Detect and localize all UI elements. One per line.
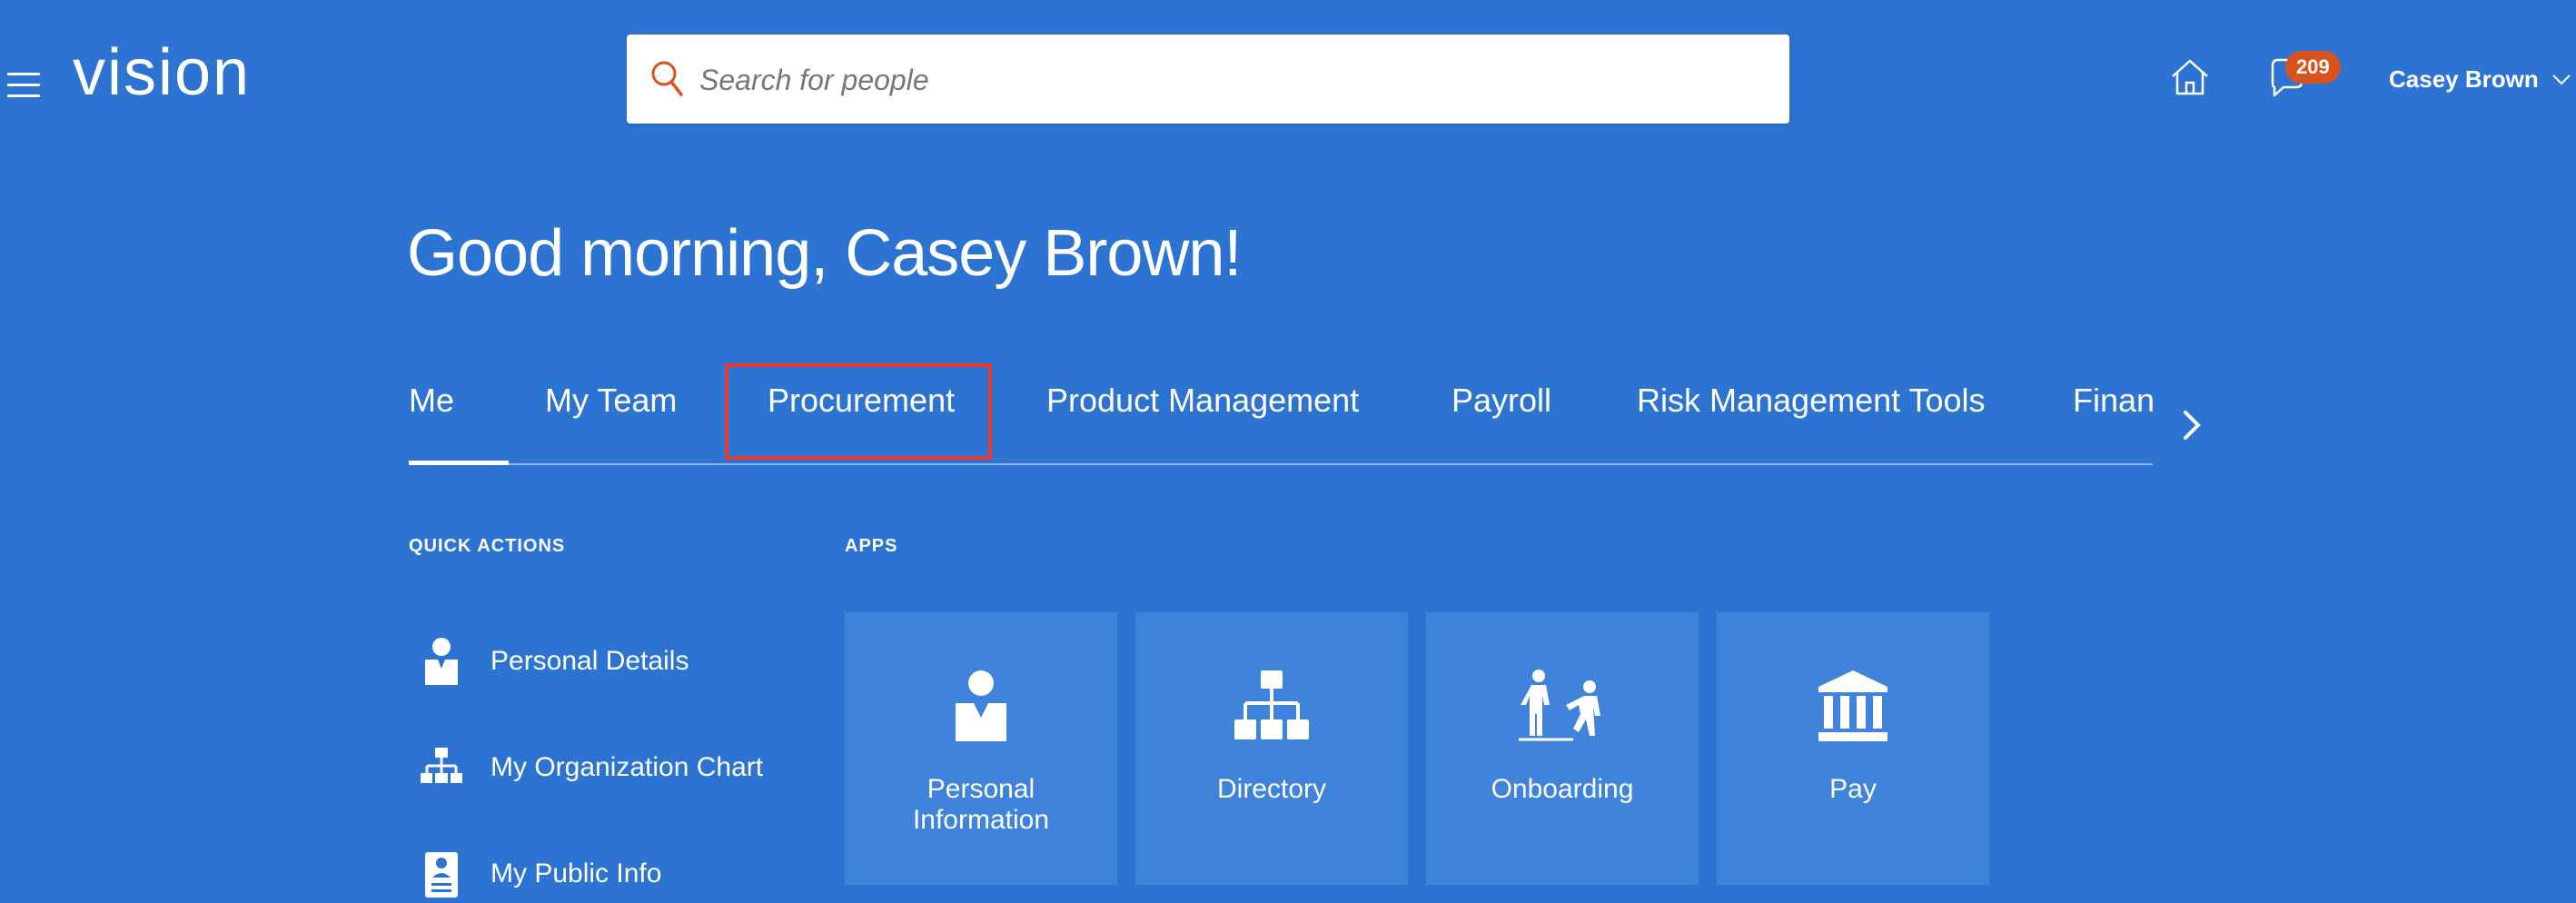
person-icon xyxy=(956,670,1006,741)
onboarding-icon xyxy=(1519,670,1600,741)
org-chart-icon xyxy=(421,748,462,783)
search-bar[interactable] xyxy=(627,35,1789,124)
quick-action-my-public-info[interactable]: My Public Info xyxy=(420,848,661,899)
tab-bar: Me My Team Procurement Product Managemen… xyxy=(409,363,2153,465)
tab-procurement[interactable]: Procurement xyxy=(768,382,955,420)
user-menu[interactable]: Casey Brown xyxy=(2389,65,2571,94)
app-tile-label: Directory xyxy=(1216,774,1326,804)
hamburger-menu-icon[interactable] xyxy=(7,73,40,98)
app-tile-label: Pay xyxy=(1829,774,1877,804)
chevron-right-icon[interactable] xyxy=(2180,407,2205,443)
app-tile-pay[interactable]: Pay xyxy=(1717,612,1989,885)
org-chart-icon xyxy=(1234,670,1309,739)
quick-action-label: My Public Info xyxy=(490,858,662,888)
tab-me[interactable]: Me xyxy=(409,382,454,420)
active-tab-indicator xyxy=(409,461,509,465)
app-tile-directory[interactable]: Directory xyxy=(1135,612,1408,885)
search-input[interactable] xyxy=(698,51,1755,109)
tab-finan[interactable]: Finan xyxy=(2073,382,2153,420)
tab-risk-management-tools[interactable]: Risk Management Tools xyxy=(1637,382,1986,420)
tab-my-team[interactable]: My Team xyxy=(545,382,677,420)
quick-action-personal-details[interactable]: Personal Details xyxy=(420,636,689,687)
app-tile-onboarding[interactable]: Onboarding xyxy=(1426,612,1699,885)
bank-icon xyxy=(1818,670,1887,741)
id-card-icon xyxy=(425,852,458,898)
person-icon xyxy=(425,638,458,685)
quick-action-label: Personal Details xyxy=(490,646,689,676)
user-name: Casey Brown xyxy=(2389,65,2539,93)
app-logo[interactable]: vision xyxy=(73,40,251,105)
app-tile-personal-information[interactable]: Personal Information xyxy=(845,612,1117,885)
notification-badge[interactable]: 209 xyxy=(2285,51,2341,84)
tab-product-management[interactable]: Product Management xyxy=(1046,382,1359,420)
quick-actions-heading: QUICK ACTIONS xyxy=(409,536,566,556)
apps-heading: APPS xyxy=(845,536,898,556)
quick-action-my-organization-chart[interactable]: My Organization Chart xyxy=(420,742,763,793)
app-tile-label: Onboarding xyxy=(1491,774,1634,804)
home-icon[interactable] xyxy=(2169,56,2211,98)
search-icon xyxy=(651,61,683,96)
page-greeting: Good morning, Casey Brown! xyxy=(407,217,1242,290)
app-tile-label: Personal Information xyxy=(912,774,1050,835)
tab-payroll[interactable]: Payroll xyxy=(1451,382,1551,420)
chevron-down-icon xyxy=(2552,74,2571,84)
quick-action-label: My Organization Chart xyxy=(490,752,764,782)
